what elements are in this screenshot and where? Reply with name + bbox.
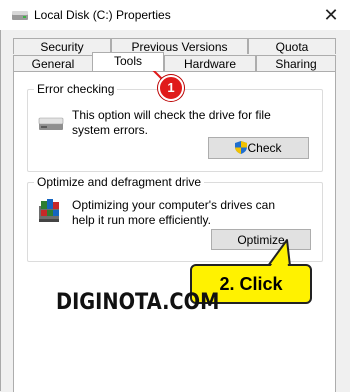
tools-panel: Error checking This option will check th… (13, 71, 336, 392)
optimize-button-label: Optimize (237, 233, 285, 247)
optimize-button[interactable]: Optimize (211, 229, 311, 250)
defrag-icon (39, 199, 59, 222)
close-icon: ✕ (323, 5, 339, 25)
window-title: Local Disk (C:) Properties (34, 8, 171, 22)
error-checking-group: Error checking This option will check th… (27, 82, 323, 172)
optimize-label: Optimize and defragment drive (34, 175, 205, 189)
step1-badge: 1 (158, 75, 184, 101)
title-bar: Local Disk (C:) Properties ✕ (0, 0, 350, 30)
uac-shield-icon (235, 141, 248, 154)
watermark: DIGINOTA.COM (56, 290, 220, 315)
tab-hardware[interactable]: Hardware (164, 55, 256, 71)
close-button[interactable]: ✕ (312, 0, 350, 30)
tab-sharing[interactable]: Sharing (256, 55, 336, 71)
drive-icon (12, 11, 28, 20)
tab-tools[interactable]: Tools (92, 52, 164, 71)
optimize-group: Optimize and defragment drive Optimizing… (27, 175, 323, 262)
tab-general[interactable]: General (13, 55, 93, 71)
drive-icon (38, 117, 64, 130)
error-checking-description: This option will check the drive for fil… (72, 108, 271, 137)
tab-quota[interactable]: Quota (248, 38, 336, 54)
error-checking-label: Error checking (34, 82, 118, 96)
optimize-description: Optimizing your computer's drives can he… (72, 198, 276, 227)
check-button-label: Check (247, 141, 282, 155)
check-button[interactable]: Check (208, 137, 309, 159)
